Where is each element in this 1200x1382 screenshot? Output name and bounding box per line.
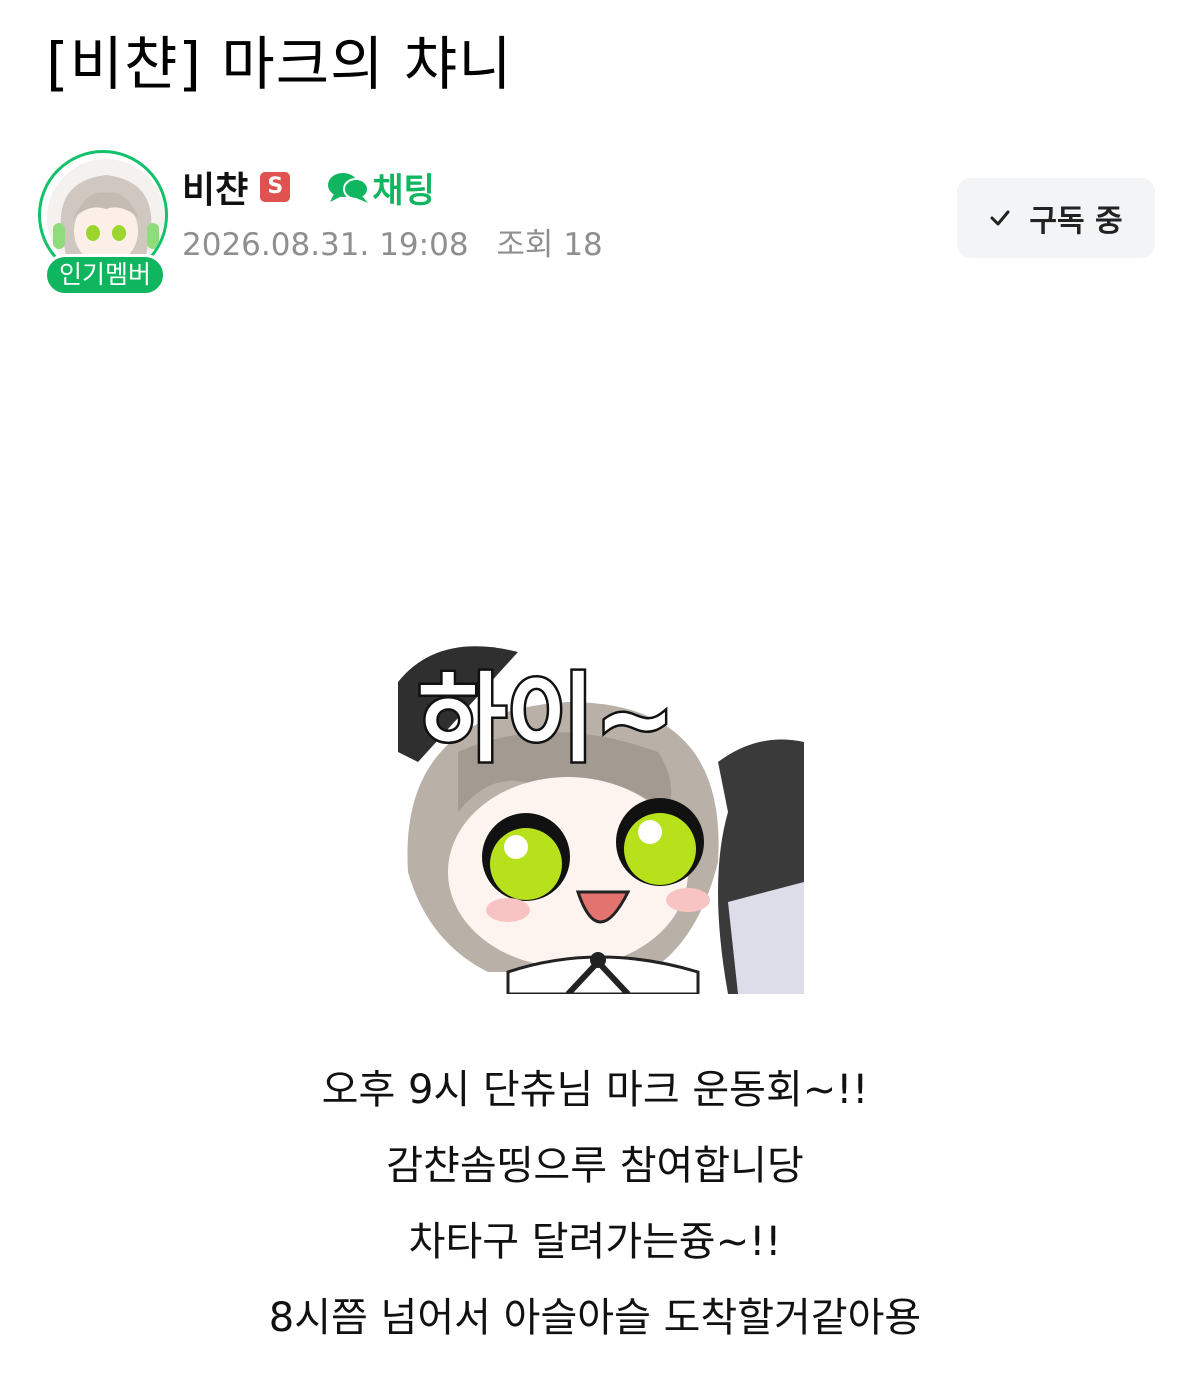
views-label: 조회 [496, 227, 554, 263]
popular-member-badge: 인기멤버 [44, 254, 167, 296]
body-line: 오후 9시 단츄님 마크 운동회~!! [321, 1067, 869, 1113]
author-avatar[interactable]: 인기멤버 [38, 150, 174, 300]
body-line: 차타구 달려가는즁~!! [408, 1219, 782, 1265]
body-line: 8시쯤 넘어서 아슬아슬 도착할거같아용 [268, 1295, 922, 1341]
body-line: 감챤솜띵으루 참여합니당 [386, 1143, 804, 1189]
post-datetime: 2026.08.31. 19:08 [182, 227, 469, 263]
views-count: 18 [563, 227, 603, 263]
staff-badge-icon: S [260, 172, 291, 202]
chat-button[interactable]: 채팅 [326, 163, 435, 212]
author-name[interactable]: 비챤 [182, 161, 248, 213]
sticker-text: 하이~ [418, 663, 675, 775]
post-meta: 2026.08.31. 19:08 조회 18 [182, 222, 603, 268]
sticker-image: 하이~ [398, 642, 804, 994]
subscribe-label: 구독 중 [1029, 204, 1123, 239]
author-row: 비챤 S 채팅 [182, 162, 435, 212]
post-body: 오후 9시 단츄님 마크 운동회~!! 감챤솜띵으루 참여합니당 차타구 달려가… [0, 1052, 1190, 1356]
chat-label: 채팅 [372, 170, 435, 211]
chat-bubble-icon [328, 173, 370, 203]
check-icon [990, 210, 1010, 226]
post-title: [비챤] 마크의 챠니 [46, 30, 513, 98]
subscribe-button[interactable]: 구독 중 [957, 178, 1155, 258]
